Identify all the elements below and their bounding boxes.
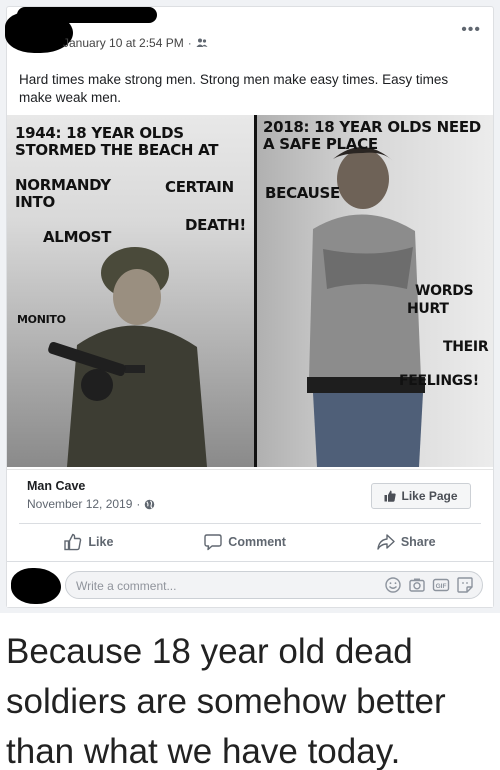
meme-image[interactable]: 1944: 18 year olds stormed the beach at … [7, 115, 493, 467]
meme-left-caption-3: almost [43, 228, 112, 246]
comment-input[interactable]: Write a comment... GIF [65, 571, 483, 599]
shared-page-row: Man Cave November 12, 2019 · Like Page [7, 469, 493, 521]
page-date[interactable]: November 12, 2019 [27, 497, 132, 511]
comment-button[interactable]: Comment [204, 533, 286, 551]
meme-right-caption-3: words [415, 283, 474, 299]
thumbs-up-outline-icon [64, 533, 82, 550]
camera-icon[interactable] [408, 576, 426, 594]
meme-right-caption-2: because [265, 184, 340, 202]
redacted-avatar[interactable] [11, 568, 61, 604]
redacted-author-name[interactable] [17, 7, 157, 23]
facebook-post-card: January 10 at 2:54 PM · ••• Hard times m… [0, 0, 500, 613]
share-arrow-icon [377, 533, 395, 550]
post-timestamp[interactable]: January 10 at 2:54 PM [63, 36, 184, 50]
meme-right-caption-6: feelings! [399, 373, 479, 389]
post: January 10 at 2:54 PM · ••• Hard times m… [5, 6, 494, 608]
meme-right-caption-5: their [443, 339, 489, 355]
post-meta: January 10 at 2:54 PM · [63, 36, 208, 50]
like-page-label: Like Page [401, 489, 458, 503]
page-date-row: November 12, 2019 · [27, 497, 155, 511]
meme-right-caption-4: hurt [407, 301, 449, 317]
friends-icon[interactable] [196, 38, 208, 48]
comment-placeholder: Write a comment... [76, 579, 177, 593]
gif-icon[interactable]: GIF [432, 576, 450, 594]
meme-caption: Because 18 year old dead soldiers are so… [6, 632, 446, 770]
more-options-icon[interactable]: ••• [461, 21, 481, 39]
comment-icon [204, 533, 222, 550]
page-name[interactable]: Man Cave [27, 479, 85, 493]
meme-left-caption-1: 1944: 18 year olds stormed the beach at [15, 124, 219, 159]
globe-icon [145, 499, 155, 509]
meme-right-caption-1: 2018: 18 year olds need a safe place [263, 118, 481, 153]
comment-composer: Write a comment... GIF [7, 561, 493, 607]
meme-left-caption-5: death! [185, 216, 246, 234]
meme-watermark: MONITO [17, 313, 66, 326]
thumbs-up-icon [384, 490, 397, 502]
like-page-button[interactable]: Like Page [371, 483, 471, 509]
meme-divider [254, 115, 257, 467]
share-button[interactable]: Share [377, 533, 436, 551]
separator-dot: · [136, 497, 141, 511]
share-label: Share [400, 534, 436, 549]
svg-text:GIF: GIF [436, 583, 447, 590]
meme-left-caption-4: certain [165, 178, 234, 196]
comment-icons: GIF [384, 576, 474, 594]
like-label: Like [88, 534, 114, 549]
comment-label: Comment [228, 534, 286, 549]
soldier-figure [48, 247, 207, 467]
sticker-icon[interactable] [456, 576, 474, 594]
separator-dot: · [187, 36, 192, 50]
post-actions: Like Comment Share [19, 523, 481, 559]
post-text: Hard times make strong men. Strong men m… [19, 72, 449, 105]
like-button[interactable]: Like [64, 533, 113, 551]
emoji-icon[interactable] [384, 576, 402, 594]
meme-left-caption-2: Normandy into [15, 176, 111, 211]
